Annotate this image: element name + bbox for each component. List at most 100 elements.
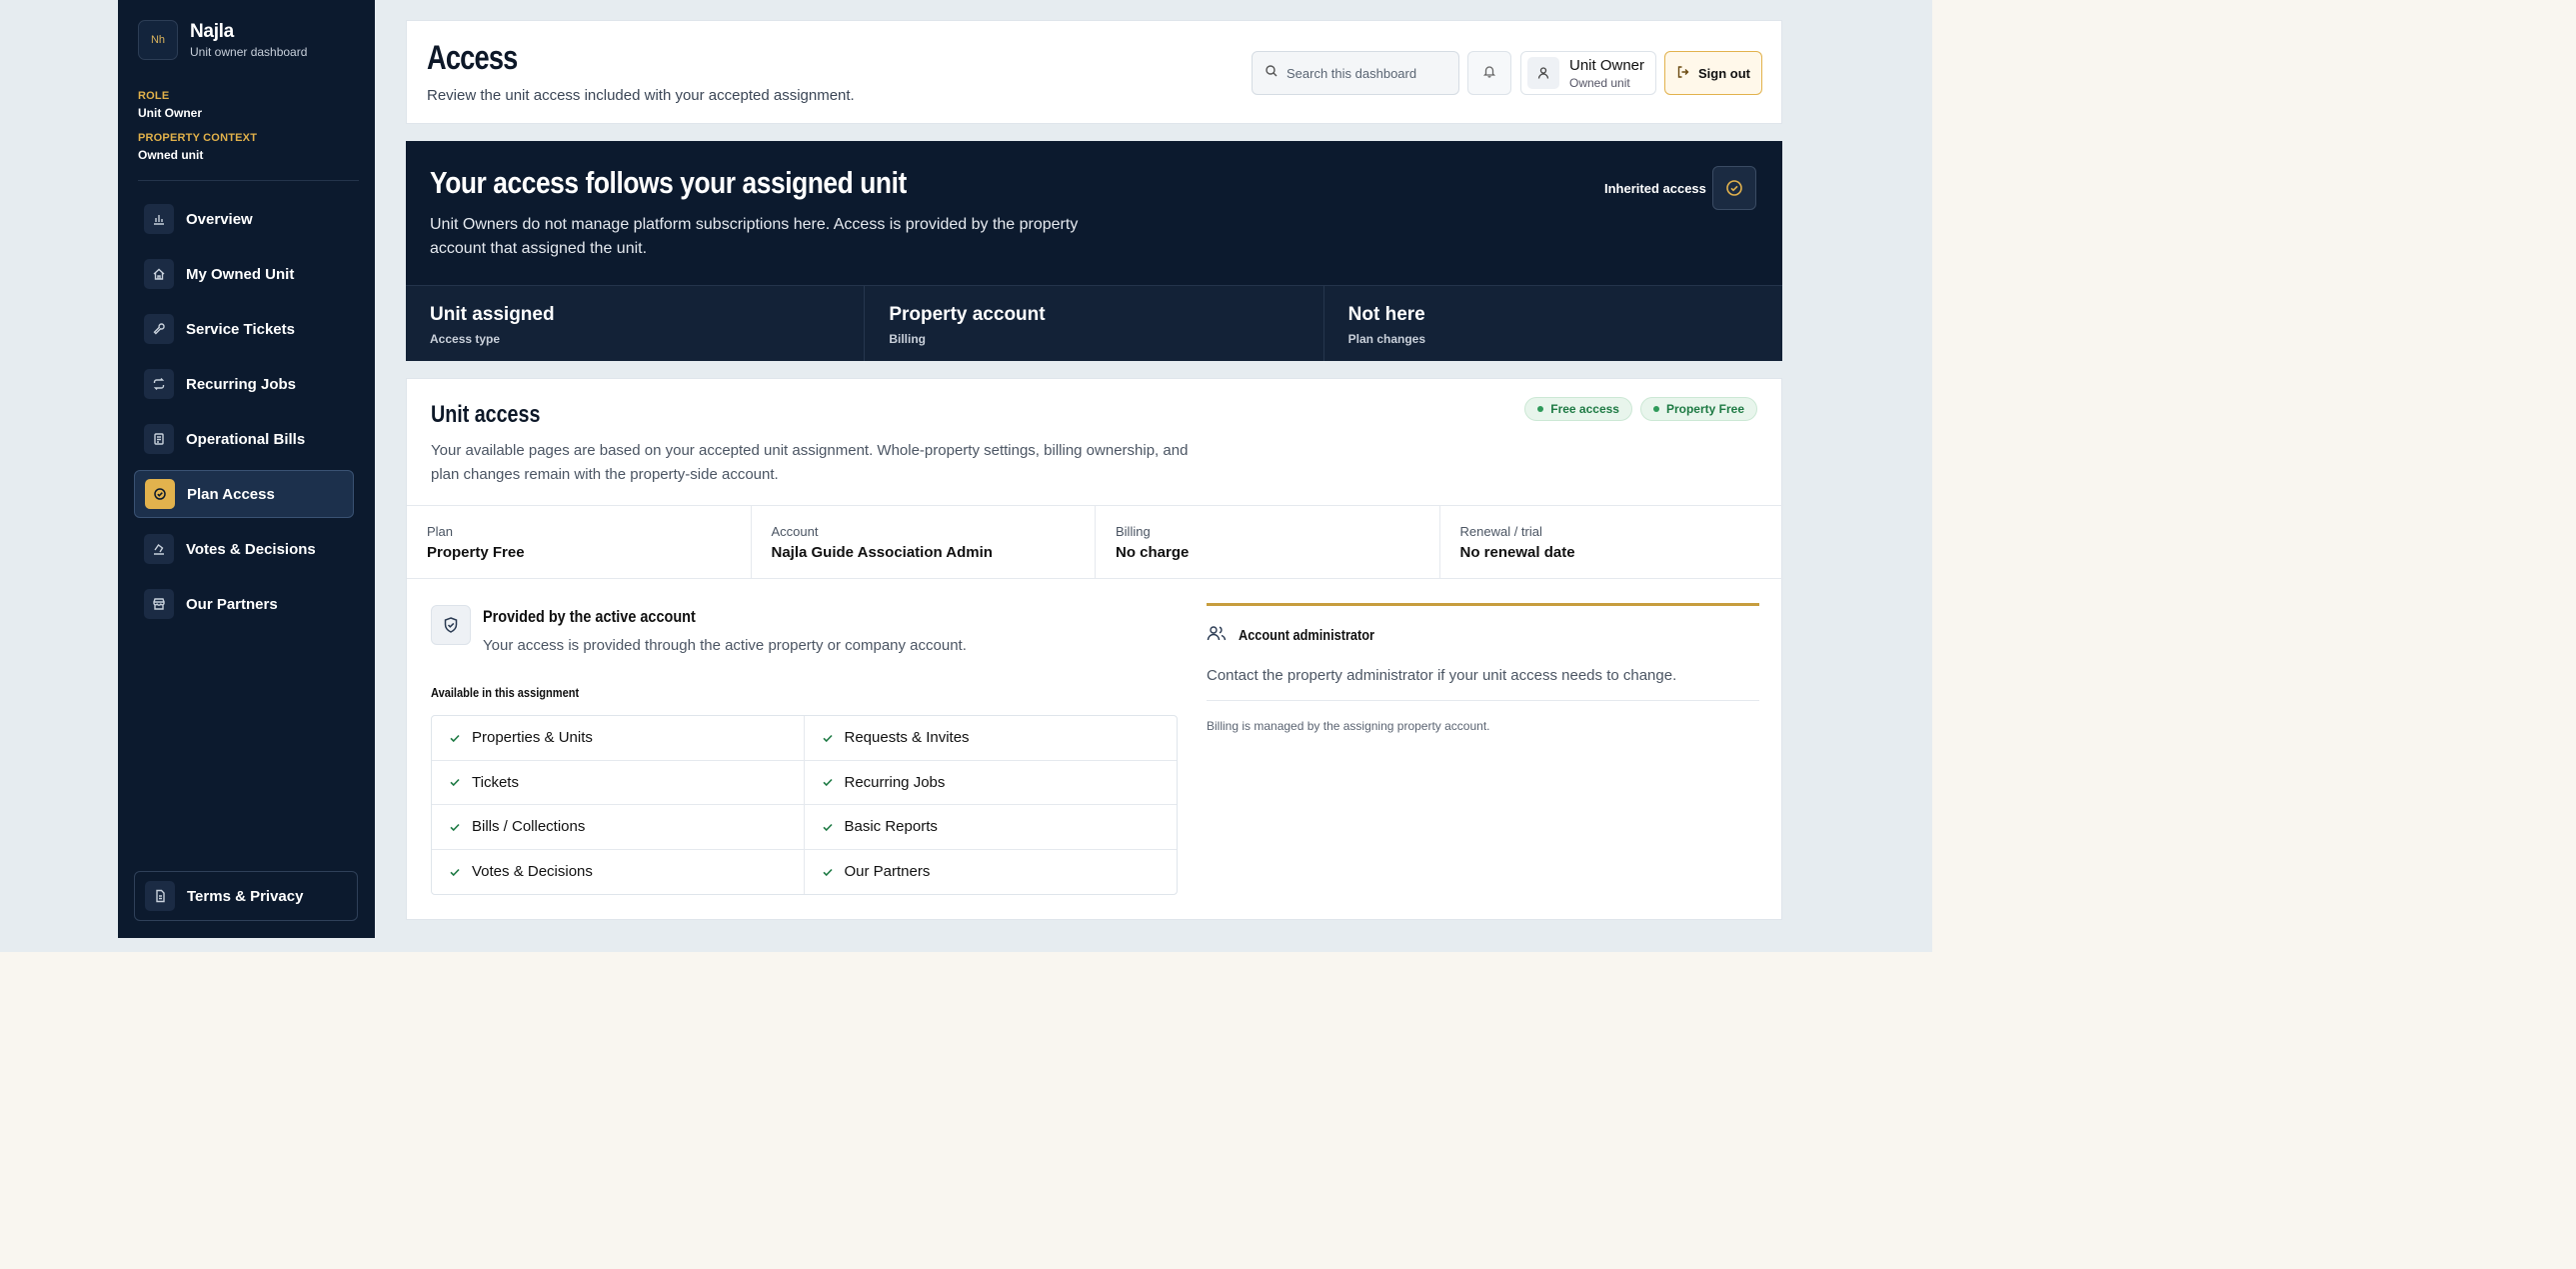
sidebar-item-label: Overview — [186, 210, 253, 228]
list-item: Votes & Decisions — [432, 849, 805, 894]
sidebar-item-overview[interactable]: Overview — [134, 195, 354, 243]
home-icon — [144, 259, 174, 289]
check-icon — [822, 823, 833, 831]
list-item: Properties & Units — [432, 716, 805, 761]
unit-access-description: Your available pages are based on your a… — [431, 442, 1189, 483]
stat-label: Plan changes — [1347, 332, 1426, 346]
unit-access-title: Unit access — [431, 401, 541, 428]
list-item: Our Partners — [805, 850, 1178, 895]
bar-chart-icon — [144, 204, 174, 234]
search-icon — [1265, 64, 1279, 83]
brand-logo: Nh — [138, 20, 178, 60]
user-role: Owned unit — [1569, 75, 1630, 90]
role-value: Unit Owner — [138, 106, 203, 120]
info-label: Plan — [427, 524, 454, 539]
repeat-icon — [144, 369, 174, 399]
page-header: Access Review the unit access included w… — [406, 20, 1782, 124]
sidebar-item-label: Recurring Jobs — [186, 375, 297, 393]
property-context-label: PROPERTY CONTEXT — [138, 132, 258, 144]
sidebar-item-operational-bills[interactable]: Operational Bills — [134, 415, 354, 463]
sidebar-item-our-partners[interactable]: Our Partners — [134, 580, 354, 628]
info-label: Renewal / trial — [1459, 524, 1542, 539]
sidebar-item-label: Our Partners — [186, 595, 278, 613]
info-value: Najla Guide Association Admin — [771, 544, 993, 561]
list-item: Basic Reports — [804, 805, 1177, 850]
list-item: Tickets — [432, 760, 805, 805]
stat-billing: Property account Billing — [865, 286, 1324, 361]
sidebar-item-recurring-jobs[interactable]: Recurring Jobs — [134, 360, 354, 408]
admin-description: Contact the property administrator if yo… — [1207, 667, 1677, 684]
info-label: Account — [771, 524, 819, 539]
sidebar-item-label: My Owned Unit — [186, 265, 295, 283]
check-icon — [822, 734, 833, 742]
store-icon — [144, 589, 174, 619]
provided-description: Your access is provided through the acti… — [483, 637, 967, 654]
sign-out-button[interactable]: Sign out — [1664, 51, 1762, 95]
info-account: Account Najla Guide Association Admin — [752, 506, 1096, 578]
check-icon — [822, 779, 833, 787]
brand-name: Najla — [190, 21, 234, 42]
bell-icon — [1482, 64, 1496, 83]
sidebar-item-label: Votes & Decisions — [186, 540, 316, 558]
context-meta: ROLE Unit Owner PROPERTY CONTEXT Owned u… — [138, 90, 257, 174]
sidebar-item-label: Service Tickets — [186, 320, 295, 338]
ballot-icon — [144, 534, 174, 564]
billing-note: Billing is managed by the assigning prop… — [1207, 719, 1490, 733]
hero-description: Unit Owners do not manage platform subsc… — [430, 216, 1079, 257]
logout-icon — [1676, 65, 1698, 82]
stat-plan-changes: Not here Plan changes — [1324, 286, 1782, 361]
info-value: Property Free — [427, 544, 525, 561]
feature-list: Properties & Units Requests & Invites Ti… — [431, 715, 1178, 895]
status-badge: Property Free — [1639, 397, 1757, 421]
status-badge: Free access — [1524, 397, 1632, 421]
terms-privacy-link[interactable]: Terms & Privacy — [134, 871, 358, 921]
account-administrator-panel: Account administrator Contact the proper… — [1207, 603, 1759, 733]
page-title: Access — [427, 39, 518, 77]
info-value: No renewal date — [1459, 544, 1575, 561]
list-item: Recurring Jobs — [804, 761, 1177, 805]
property-context-value: Owned unit — [138, 148, 204, 162]
terms-label: Terms & Privacy — [187, 887, 304, 905]
search-box[interactable] — [1252, 51, 1459, 95]
sidebar: Nh Najla Unit owner dashboard ROLE Unit … — [118, 0, 375, 938]
shield-check-icon — [431, 605, 471, 645]
sidebar-item-my-owned-unit[interactable]: My Owned Unit — [134, 250, 354, 298]
brand-subtitle: Unit owner dashboard — [190, 45, 308, 59]
check-circle-icon — [1712, 166, 1756, 210]
stat-access-type: Unit assigned Access type — [406, 286, 866, 361]
info-label: Billing — [1116, 524, 1151, 539]
user-icon — [1527, 57, 1559, 89]
notifications-button[interactable] — [1467, 51, 1511, 95]
stat-value: Property account — [889, 304, 1046, 325]
users-icon — [1207, 624, 1227, 647]
sidebar-nav: Overview My Owned Unit Service Tickets R… — [134, 195, 354, 635]
hero-stats: Unit assigned Access type Property accou… — [406, 285, 1782, 361]
status-badges: Free access Property Free — [1524, 397, 1757, 421]
provided-title: Provided by the active account — [483, 607, 696, 626]
divider — [1207, 700, 1759, 701]
info-plan: Plan Property Free — [407, 506, 752, 578]
brand[interactable]: Nh Najla Unit owner dashboard — [138, 20, 307, 60]
search-input[interactable] — [1287, 65, 1446, 81]
unit-access-card: Unit access Your available pages are bas… — [406, 378, 1783, 920]
document-icon — [145, 881, 175, 911]
inherited-access-label: Inherited access — [1604, 181, 1706, 196]
stat-label: Billing — [889, 332, 926, 346]
sign-out-label: Sign out — [1698, 65, 1750, 81]
stat-value: Not here — [1347, 304, 1425, 325]
check-icon — [822, 868, 833, 876]
app-viewport: Nh Najla Unit owner dashboard ROLE Unit … — [0, 0, 1932, 952]
stat-value: Unit assigned — [430, 304, 555, 325]
available-title: Available in this assignment — [431, 685, 580, 700]
user-menu[interactable]: Unit Owner Owned unit — [1520, 51, 1656, 95]
user-name: Unit Owner — [1569, 56, 1645, 74]
check-circle-icon — [145, 479, 175, 509]
page-subtitle: Review the unit access included with you… — [427, 87, 855, 104]
sidebar-divider — [138, 180, 359, 181]
sidebar-item-votes-decisions[interactable]: Votes & Decisions — [134, 525, 354, 573]
info-billing: Billing No charge — [1096, 506, 1440, 578]
sidebar-item-plan-access[interactable]: Plan Access — [134, 470, 354, 518]
sidebar-item-service-tickets[interactable]: Service Tickets — [134, 305, 354, 353]
role-label: ROLE — [138, 90, 170, 102]
check-icon — [450, 823, 460, 831]
